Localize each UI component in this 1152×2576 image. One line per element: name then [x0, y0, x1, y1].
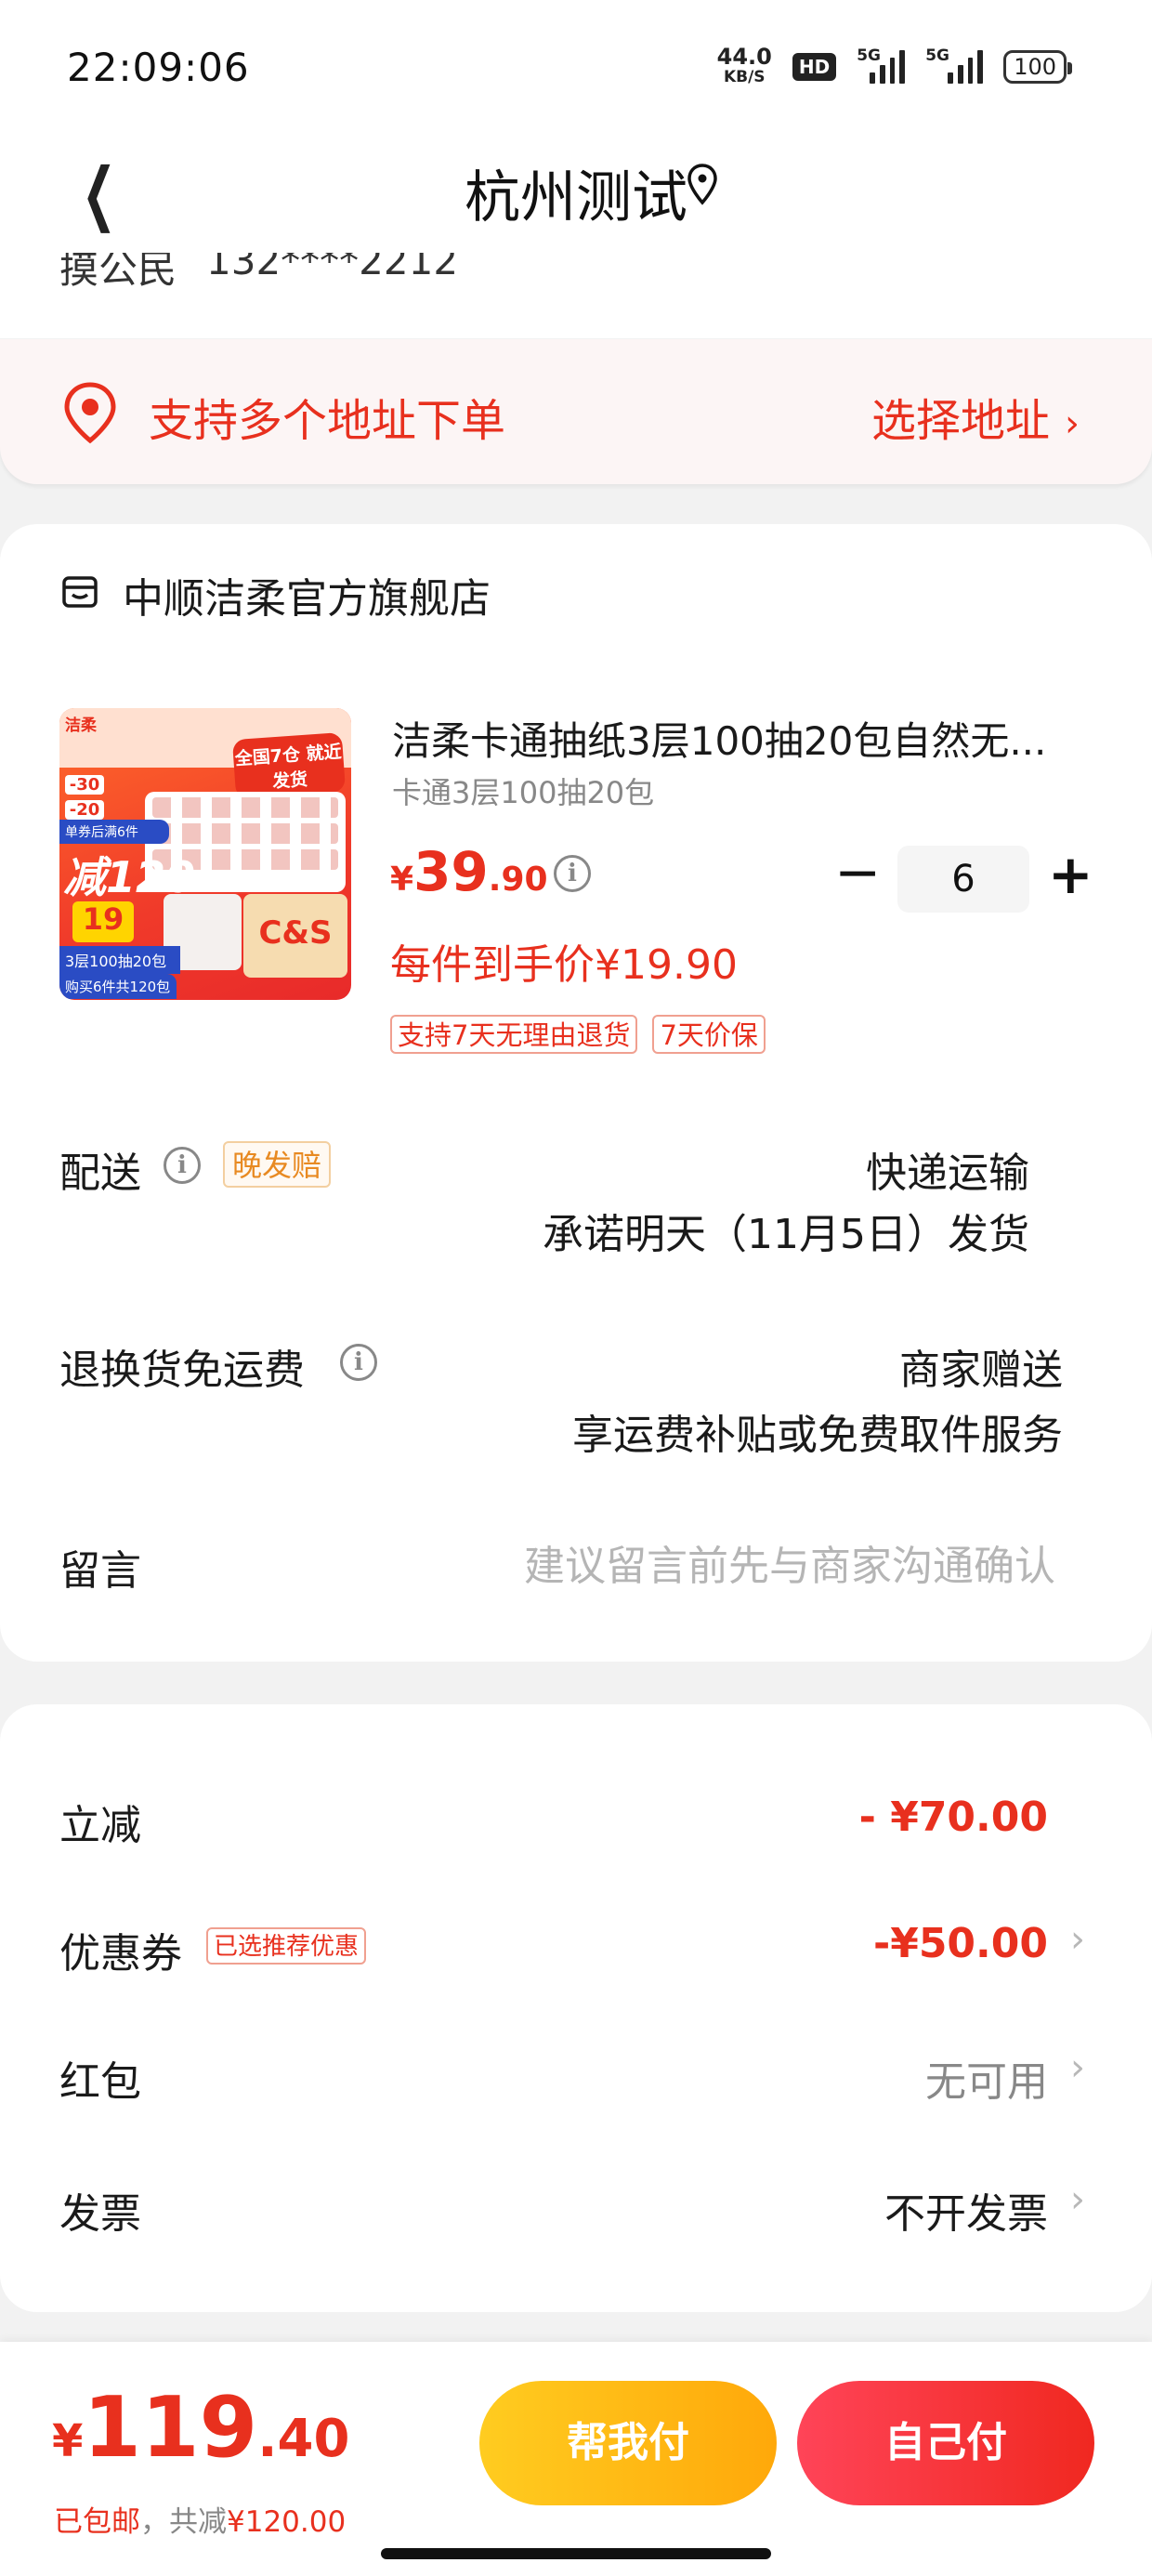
chevron-right-icon: ›	[1065, 402, 1080, 445]
address-row[interactable]: 摸公民 132****2212	[0, 253, 1152, 338]
delivery-info-icon[interactable]: i	[164, 1147, 201, 1184]
product-image-box: C&S	[243, 894, 347, 978]
network-speed-unit: KB/S	[723, 68, 766, 86]
price-currency: ¥	[390, 861, 414, 899]
redpacket-label[interactable]: 红包	[59, 2048, 141, 2108]
return-shipping-info-icon[interactable]: i	[340, 1344, 377, 1381]
product-image-promo: 全国7仓 就近发货	[231, 731, 347, 800]
self-pay-button[interactable]: 自己付	[797, 2381, 1094, 2505]
return-shipping-desc: 享运费补贴或免费取件服务	[572, 1412, 1063, 1459]
chevron-right-icon[interactable]: ›	[1070, 2046, 1085, 2089]
total-price: ¥119.40	[52, 2379, 349, 2477]
product-image-logo: C&S	[258, 914, 333, 952]
return-shipping-label: 退换货免运费	[59, 1347, 305, 1394]
quantity-decrease-button[interactable]: −	[834, 845, 881, 900]
help-pay-button[interactable]: 帮我付	[479, 2381, 777, 2505]
status-bar: 22:09:06 44.0 KB/S HD 5G 5G 100	[0, 0, 1152, 139]
page-title: 杭州测试	[465, 165, 687, 230]
service-tag: 支持7天无理由退货	[390, 1015, 638, 1054]
service-tags: 支持7天无理由退货 7天价保	[390, 1015, 766, 1054]
saved-amount: ¥120.00	[227, 2505, 347, 2539]
product-image-tag: -30	[65, 775, 104, 795]
service-tag: 7天价保	[652, 1015, 766, 1054]
product-image-coupon-label: 单券后满6件	[59, 820, 169, 844]
price-info-icon[interactable]: i	[554, 855, 591, 892]
price-integer: 39	[413, 840, 489, 903]
recipient-name: 摸公民	[59, 253, 177, 292]
product-title[interactable]: 洁柔卡通抽纸3层100抽20包自然无...	[392, 710, 1080, 767]
product-image-price: 19	[72, 901, 134, 942]
late-compensation-badge: 晚发赔	[223, 1141, 332, 1188]
network-speed: 44.0 KB/S	[717, 46, 772, 87]
price-card: 立减 - ¥70.00 优惠券 已选推荐优惠 -¥50.00 › 红包 无可用 …	[0, 1704, 1152, 2312]
total-note: 已包邮，共减¥120.00	[54, 2498, 346, 2540]
coupon-label[interactable]: 优惠券	[59, 1920, 182, 1979]
message-label: 留言	[59, 1547, 141, 1595]
invoice-label[interactable]: 发票	[59, 2180, 141, 2240]
choose-address-label: 选择地址	[871, 395, 1050, 447]
unit-price: 每件到手价¥19.90	[390, 941, 738, 989]
message-input[interactable]	[307, 1533, 1055, 1598]
signal-icon: 5G	[857, 46, 906, 84]
multi-address-banner[interactable]: 支持多个地址下单 选择地址 ›	[0, 339, 1152, 484]
discount-label: 立减	[59, 1802, 141, 1849]
saved-prefix: ，共减	[140, 2505, 227, 2539]
product-price: ¥39.90	[390, 840, 548, 903]
checkout-bar: ¥119.40 已包邮，共减¥120.00 帮我付 自己付	[0, 2342, 1152, 2576]
return-shipping-value: 商家赠送	[899, 1347, 1063, 1394]
product-image-caption: 3层100抽20包	[59, 946, 180, 974]
invoice-value[interactable]: 不开发票	[884, 2180, 1048, 2240]
redpacket-value[interactable]: 无可用	[925, 2048, 1048, 2108]
signal-icon-2: 5G	[925, 46, 984, 84]
delivery-promise: 承诺明天（11月5日）发货	[543, 1211, 1029, 1258]
multi-address-text: 支持多个地址下单	[149, 395, 506, 447]
quantity-value[interactable]: 6	[897, 846, 1029, 913]
shop-name[interactable]: 中顺洁柔官方旗舰店	[123, 565, 491, 624]
product-spec[interactable]: 卡通3层100抽20包	[392, 769, 654, 812]
coupon-value[interactable]: -¥50.00	[873, 1920, 1048, 1967]
total-currency: ¥	[52, 2415, 84, 2467]
product-image-tags: -30 -20	[65, 775, 104, 825]
chevron-right-icon[interactable]: ›	[1070, 1918, 1085, 1961]
home-indicator[interactable]	[381, 2548, 771, 2559]
product-image-promo-text: 全国7仓 就近发货	[234, 742, 343, 793]
total-integer: 119	[83, 2379, 258, 2477]
price-decimal: .90	[488, 861, 548, 899]
store-icon	[62, 576, 98, 608]
quantity-increase-button[interactable]: +	[1048, 848, 1093, 903]
delivery-label: 配送	[59, 1150, 141, 1197]
signal-label: 5G	[857, 46, 881, 65]
location-pin-icon[interactable]	[686, 162, 719, 210]
total-decimal: .40	[257, 2409, 350, 2469]
coupon-recommended-tag: 已选推荐优惠	[206, 1927, 367, 1965]
recipient-phone: 132****2212	[206, 253, 459, 283]
order-card: 中顺洁柔官方旗舰店 洁柔 全国7仓 就近发货 -30 -20 单券后满6件 减1…	[0, 524, 1152, 1662]
status-indicators: 44.0 KB/S HD 5G 5G 100	[717, 46, 1072, 87]
delivery-method[interactable]: 快递运输	[866, 1139, 1029, 1199]
status-time: 22:09:06	[67, 45, 250, 90]
product-image-brand: 洁柔	[65, 716, 97, 735]
battery-icon: 100	[1003, 50, 1072, 84]
product-image-tag: -20	[65, 800, 104, 820]
signal-label-2: 5G	[925, 46, 949, 65]
product-image[interactable]: 洁柔 全国7仓 就近发货 -30 -20 单券后满6件 减120 19 C&S …	[59, 708, 351, 1000]
free-shipping-text: 已包邮	[54, 2505, 140, 2539]
map-pin-icon	[64, 382, 116, 444]
nav-bar: ❮ 杭州测试	[0, 139, 1152, 260]
chevron-right-icon[interactable]: ›	[1070, 2178, 1085, 2221]
choose-address-link[interactable]: 选择地址 ›	[871, 384, 1080, 449]
product-image-caption-2: 购买6件共120包	[59, 974, 177, 999]
hd-icon: HD	[792, 53, 837, 81]
discount-value: - ¥70.00	[858, 1794, 1048, 1841]
network-speed-value: 44.0	[716, 44, 772, 70]
